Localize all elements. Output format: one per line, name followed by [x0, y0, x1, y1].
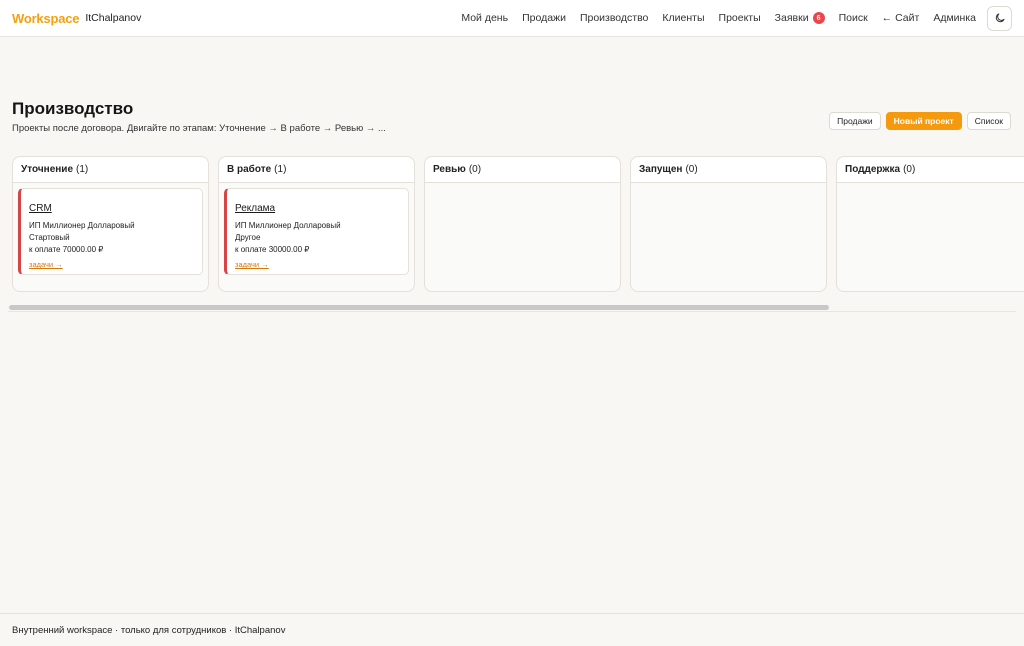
page-title: Производство: [12, 99, 134, 118]
project-title-link[interactable]: Реклама: [235, 203, 275, 214]
nav-item-production[interactable]: Производство: [580, 12, 648, 24]
list-view-button[interactable]: Список: [966, 112, 1011, 130]
top-bar: Workspace ItChalpanov Мой день Продажи П…: [0, 0, 1024, 37]
page-actions: Продажи Новый проект Список: [829, 112, 1011, 130]
column-header: Поддержка (0): [837, 157, 1024, 183]
column-count: (1): [76, 164, 89, 175]
column-support: Поддержка (0): [836, 156, 1024, 292]
column-review: Ревью (0): [424, 156, 621, 292]
column-count: (1): [274, 164, 287, 175]
column-header: Ревью (0): [425, 157, 620, 183]
theme-toggle-button[interactable]: [987, 5, 1012, 31]
nav-item-admin[interactable]: Админка: [933, 12, 976, 24]
column-header: Запущен (0): [631, 157, 826, 183]
page-header: Производство Проекты после договора. Дви…: [12, 99, 386, 134]
project-client: ИП Миллионер Долларовый: [29, 221, 135, 230]
column-title: Поддержка: [845, 164, 901, 175]
footer: Внутренний workspace · только для сотруд…: [0, 613, 1024, 646]
column-launched: Запущен (0): [630, 156, 827, 292]
footer-text: Внутренний workspace · только для сотруд…: [12, 624, 286, 636]
project-amount: к оплате 30000.00 ₽: [235, 245, 310, 254]
main-nav: Мой день Продажи Производство Клиенты Пр…: [461, 12, 976, 24]
column-title: Уточнение: [21, 164, 74, 175]
tasks-link[interactable]: задачи →: [235, 260, 269, 269]
project-client: ИП Миллионер Долларовый: [235, 221, 341, 230]
tasks-link[interactable]: задачи →: [29, 260, 63, 269]
nav-item-site[interactable]: ← Сайт: [882, 12, 920, 24]
column-count: (0): [903, 164, 916, 175]
page-subtitle: Проекты после договора. Двигайте по этап…: [12, 123, 386, 134]
column-title: Запущен: [639, 164, 683, 175]
column-clarification: Уточнение (1) CRM ИП Миллионер Долларовы…: [12, 156, 209, 292]
project-plan: Другое: [235, 233, 261, 242]
nav-item-clients[interactable]: Клиенты: [662, 12, 704, 24]
sales-button[interactable]: Продажи: [829, 112, 881, 130]
nav-item-projects[interactable]: Проекты: [719, 12, 761, 24]
nav-item-requests[interactable]: Заявки 6: [775, 12, 825, 24]
column-in-progress: В работе (1) Реклама ИП Миллионер Доллар…: [218, 156, 415, 292]
project-card[interactable]: CRM ИП Миллионер Долларовый Стартовый к …: [18, 188, 203, 275]
column-title: Ревью: [433, 164, 466, 175]
new-project-button[interactable]: Новый проект: [885, 112, 962, 130]
column-header: В работе (1): [219, 157, 414, 183]
scrollbar-thumb[interactable]: [9, 305, 829, 310]
horizontal-scrollbar[interactable]: [8, 304, 1016, 312]
column-count: (0): [468, 164, 482, 175]
brand-logo[interactable]: Workspace: [12, 11, 80, 26]
nav-item-sales[interactable]: Продажи: [522, 12, 566, 24]
project-title-link[interactable]: CRM: [29, 203, 52, 214]
brand-username: ItChalpanov: [85, 12, 142, 24]
column-title: В работе: [227, 164, 272, 175]
nav-item-search[interactable]: Поиск: [839, 12, 868, 24]
project-plan: Стартовый: [29, 233, 70, 242]
moon-icon: [995, 13, 1004, 23]
requests-count-badge: 6: [812, 12, 825, 24]
column-header: Уточнение (1): [13, 157, 208, 183]
project-card[interactable]: Реклама ИП Миллионер Долларовый Другое к…: [224, 188, 409, 275]
kanban-board: Уточнение (1) CRM ИП Миллионер Долларовы…: [12, 156, 1024, 292]
project-amount: к оплате 70000.00 ₽: [29, 245, 104, 254]
nav-item-my-day[interactable]: Мой день: [461, 12, 508, 24]
column-count: (0): [685, 164, 698, 175]
